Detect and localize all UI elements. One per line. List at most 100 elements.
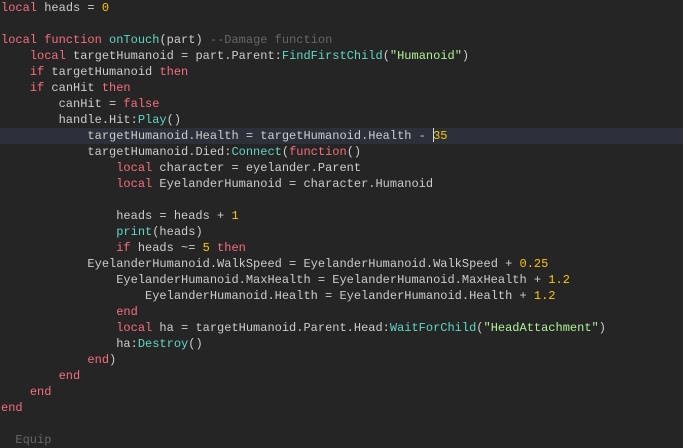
code-line[interactable]: ha:Destroy()	[0, 336, 683, 352]
keyword-token: end	[29, 385, 52, 399]
number-token: 0.25	[519, 257, 549, 271]
code-text: heads = heads +	[116, 209, 232, 223]
code-line[interactable]: end	[0, 384, 683, 400]
code-line[interactable]: heads = heads + 1	[0, 208, 683, 224]
code-line[interactable]: local function onTouch(part) --Damage fu…	[0, 32, 683, 48]
keyword-token: if	[29, 65, 45, 79]
code-text: ha = targetHumanoid.Parent.Head:	[152, 321, 390, 335]
code-text: heads =	[37, 1, 102, 15]
string-token: "HeadAttachment"	[483, 321, 599, 335]
code-text: targetHumanoid.Died:	[87, 145, 232, 159]
code-line[interactable]: EyelanderHumanoid.WalkSpeed = EyelanderH…	[0, 256, 683, 272]
code-line[interactable]: end	[0, 400, 683, 416]
code-line-current[interactable]: targetHumanoid.Health = targetHumanoid.H…	[0, 128, 683, 144]
code-line[interactable]: print(heads)	[0, 224, 683, 240]
code-line[interactable]: local targetHumanoid = part.Parent:FindF…	[0, 48, 683, 64]
code-line[interactable]	[0, 16, 683, 32]
code-line[interactable]: Equip	[0, 432, 683, 448]
code-line[interactable]: end	[0, 304, 683, 320]
code-text: (part)	[159, 33, 210, 47]
string-token: "Humanoid"	[389, 49, 462, 63]
keyword-token: local	[116, 321, 153, 335]
code-line[interactable]: local character = eyelander.Parent	[0, 160, 683, 176]
code-text: )	[598, 321, 606, 335]
keyword-token: if	[29, 81, 45, 95]
comment-token: Equip	[15, 433, 52, 447]
code-text: handle.Hit:	[58, 113, 138, 127]
keyword-token: function	[289, 145, 347, 159]
code-text: character = eyelander.Parent	[152, 161, 362, 175]
code-line[interactable]: canHit = false	[0, 96, 683, 112]
keyword-token: false	[123, 97, 160, 111]
code-line[interactable]: handle.Hit:Play()	[0, 112, 683, 128]
function-token: onTouch	[109, 33, 160, 47]
code-line[interactable]: end	[0, 368, 683, 384]
function-token: print	[116, 225, 153, 239]
code-line[interactable]: end)	[0, 352, 683, 368]
code-text: EyelanderHumanoid.WalkSpeed = EyelanderH…	[87, 257, 520, 271]
code-text: targetHumanoid.Health = targetHumanoid.H…	[87, 129, 434, 143]
keyword-token: then	[217, 241, 246, 255]
keyword-token: end	[1, 401, 23, 415]
code-line[interactable]: EyelanderHumanoid.MaxHealth = EyelanderH…	[0, 272, 683, 288]
code-text: ()	[346, 145, 362, 159]
function-token: WaitForChild	[389, 321, 477, 335]
number-token: 1.2	[533, 289, 556, 303]
code-text: targetHumanoid	[44, 65, 160, 79]
code-line[interactable]: if targetHumanoid then	[0, 64, 683, 80]
keyword-token: if	[116, 241, 131, 255]
code-text: targetHumanoid = part.Parent:	[65, 49, 282, 63]
code-text: (heads)	[152, 225, 203, 239]
code-line[interactable]: EyelanderHumanoid.Health = EyelanderHuma…	[0, 288, 683, 304]
code-text: (	[476, 321, 484, 335]
code-text: canHit =	[58, 97, 124, 111]
function-token: Play	[137, 113, 167, 127]
code-line[interactable]: local ha = targetHumanoid.Parent.Head:Wa…	[0, 320, 683, 336]
keyword-token: local	[116, 177, 153, 191]
code-text: ()	[188, 337, 203, 351]
code-line[interactable]: local heads = 0	[0, 0, 683, 16]
keyword-token: local	[29, 49, 66, 63]
code-line[interactable]: targetHumanoid.Died:Connect(function()	[0, 144, 683, 160]
code-line[interactable]: if canHit then	[0, 80, 683, 96]
number-token: 35	[433, 129, 448, 143]
keyword-token: local	[116, 161, 153, 175]
code-line[interactable]	[0, 192, 683, 208]
comment-token: --Damage function	[209, 33, 333, 47]
function-token: FindFirstChild	[281, 49, 383, 63]
code-line[interactable]: local EyelanderHumanoid = character.Huma…	[0, 176, 683, 192]
code-text: EyelanderHumanoid.Health = EyelanderHuma…	[145, 289, 534, 303]
code-text: heads ~=	[130, 241, 203, 255]
code-line[interactable]	[0, 416, 683, 432]
code-text: )	[461, 49, 470, 63]
keyword-token: end	[87, 353, 110, 367]
code-line[interactable]: if heads ~= 5 then	[0, 240, 683, 256]
number-token: 0	[101, 1, 110, 15]
keyword-token: then	[101, 81, 131, 95]
code-text: canHit	[44, 81, 102, 95]
number-token: 1.2	[548, 273, 570, 287]
keyword-token: end	[116, 305, 138, 319]
code-text: EyelanderHumanoid = character.Humanoid	[152, 177, 434, 191]
code-text: )	[109, 353, 117, 367]
code-editor[interactable]: local heads = 0 local function onTouch(pa…	[0, 0, 683, 447]
function-token: Connect	[231, 145, 282, 159]
